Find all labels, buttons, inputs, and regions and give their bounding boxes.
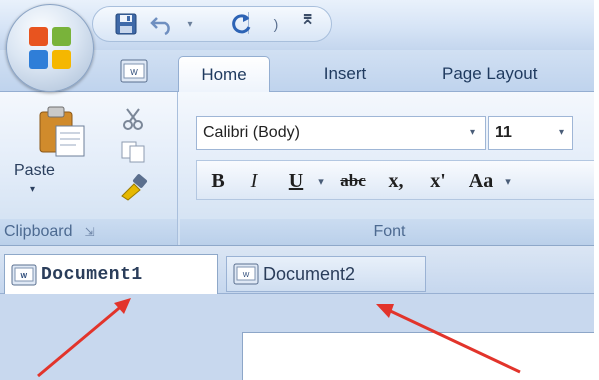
- font-group-label: Font: [180, 219, 599, 245]
- undo-icon[interactable]: [148, 10, 176, 38]
- format-painter-icon[interactable]: [118, 172, 150, 207]
- tab-insert[interactable]: Insert: [300, 56, 390, 92]
- font-group: Calibri (Body) ▾ 11 ▾ B I U ▾ abc x, x' …: [180, 92, 599, 245]
- strikethrough-button[interactable]: abc: [333, 167, 373, 195]
- window-edge: [594, 0, 599, 380]
- office-button[interactable]: [6, 4, 94, 92]
- ribbon: Paste ▾ Clipboard ⇲ Calibri (Body) ▾ 11 …: [0, 91, 599, 246]
- font-size-dropdown-icon[interactable]: ▾: [559, 127, 564, 138]
- tab-home[interactable]: Home: [178, 56, 270, 92]
- undo-dropdown-icon[interactable]: ▾: [176, 10, 204, 38]
- font-name-dropdown-icon[interactable]: ▾: [470, 127, 475, 138]
- tab-page-layout[interactable]: Page Layout: [430, 56, 590, 92]
- save-icon[interactable]: [112, 10, 140, 38]
- clipboard-label-text: Clipboard: [4, 223, 73, 240]
- font-name-select[interactable]: Calibri (Body) ▾: [196, 116, 486, 150]
- word-window: ▾ ) ⌆ W Home Insert Page Layout Paste ▾ …: [0, 0, 599, 380]
- dialog-launcher-icon[interactable]: ⇲: [84, 225, 94, 239]
- subscript-button[interactable]: x,: [379, 167, 413, 195]
- font-name-value: Calibri (Body): [203, 124, 300, 141]
- change-case-dropdown-icon[interactable]: ▾: [501, 167, 515, 195]
- change-case-button[interactable]: Aa: [461, 167, 501, 195]
- document-tab-2[interactable]: W Document2: [226, 256, 426, 292]
- office-logo-icon: [29, 27, 71, 69]
- document-tab-label: Document1: [41, 264, 143, 285]
- svg-text:W: W: [130, 68, 138, 77]
- document-icon: W: [11, 264, 37, 285]
- paste-dropdown-icon[interactable]: ▾: [30, 184, 35, 195]
- italic-button[interactable]: I: [239, 167, 269, 195]
- underline-button[interactable]: U: [281, 167, 311, 195]
- underline-dropdown-icon[interactable]: ▾: [313, 167, 329, 195]
- copy-icon[interactable]: [120, 140, 148, 169]
- svg-text:W: W: [243, 272, 250, 279]
- document-area: [0, 294, 599, 380]
- clipboard-group-label: Clipboard ⇲: [0, 219, 177, 245]
- font-size-value: 11: [495, 124, 512, 141]
- bold-button[interactable]: B: [203, 167, 233, 195]
- document-icon: W: [120, 58, 148, 84]
- document-tab-label: Document2: [263, 263, 356, 284]
- paste-label[interactable]: Paste: [14, 162, 55, 180]
- document-icon: W: [233, 263, 259, 285]
- svg-text:W: W: [20, 273, 27, 280]
- qat-end-cap: ): [273, 16, 279, 32]
- paste-button[interactable]: [32, 102, 90, 160]
- font-size-select[interactable]: 11 ▾: [488, 116, 573, 150]
- document-tab-1[interactable]: W Document1: [4, 254, 218, 294]
- document-page[interactable]: [242, 332, 599, 380]
- paste-icon: [39, 106, 85, 157]
- customize-qat-icon[interactable]: ⌆: [300, 8, 315, 29]
- format-buttons-row: B I U ▾ abc x, x' Aa ▾: [196, 160, 599, 200]
- redo-icon[interactable]: [228, 10, 256, 38]
- clipboard-group: Paste ▾ Clipboard ⇲: [0, 92, 178, 245]
- superscript-button[interactable]: x': [421, 167, 455, 195]
- cut-icon[interactable]: [120, 106, 146, 137]
- document-tab-strip: W Document1 W Document2: [0, 246, 599, 294]
